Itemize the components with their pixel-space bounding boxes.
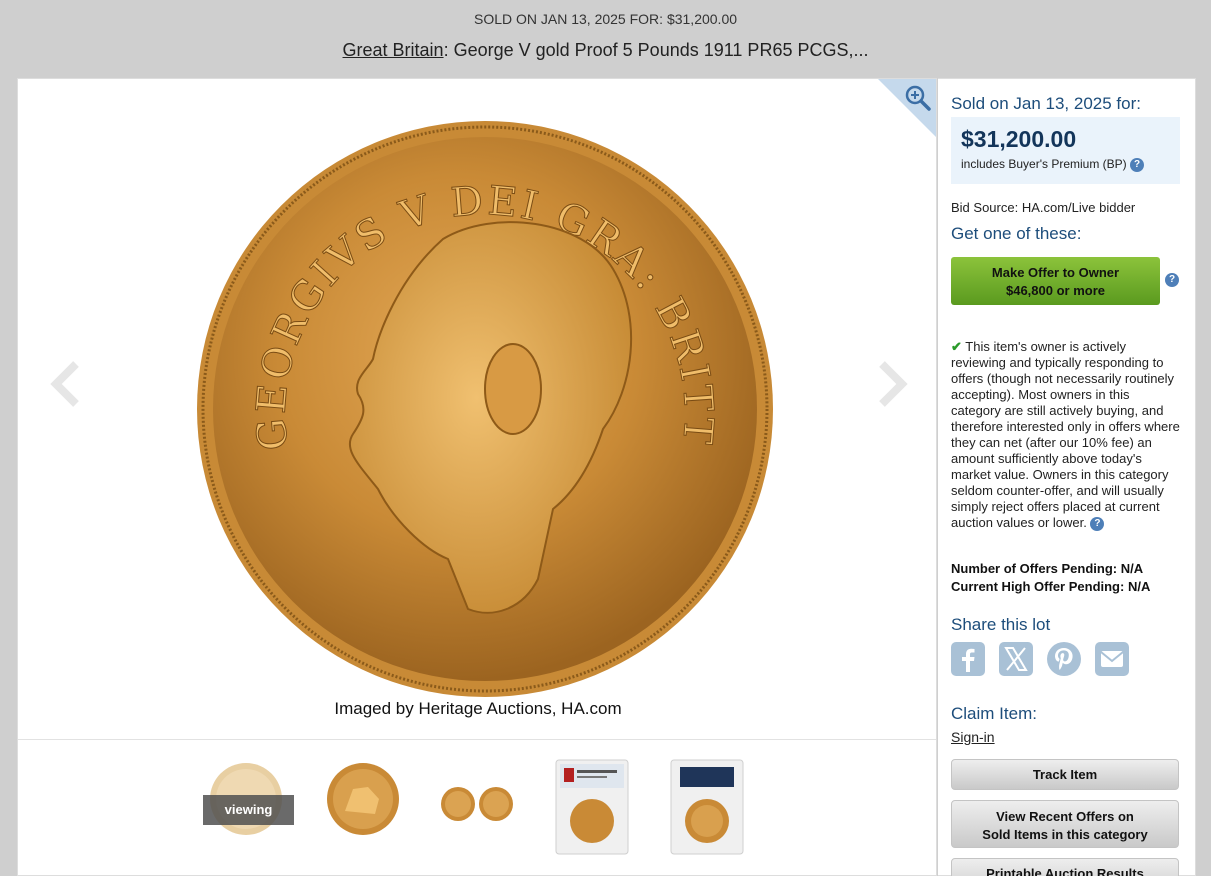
make-offer-amount: $46,800 or more <box>1005 283 1105 298</box>
facebook-icon[interactable] <box>951 642 985 676</box>
lot-title: Great Britain: George V gold Proof 5 Pou… <box>0 40 1211 61</box>
bp-text: includes Buyer's Premium (BP) <box>961 157 1127 171</box>
sold-on-label: Sold on Jan 13, 2025 for: <box>951 94 1141 113</box>
viewing-label: viewing <box>203 795 294 825</box>
track-item-button[interactable]: Track Item <box>951 759 1179 790</box>
x-icon[interactable] <box>999 642 1033 676</box>
lot-sidebar: Sold on Jan 13, 2025 for: $31,200.00 inc… <box>938 78 1196 876</box>
view-recent-offers-button[interactable]: View Recent Offers on Sold Items in this… <box>951 800 1179 848</box>
divider <box>18 739 936 740</box>
image-caption: Imaged by Heritage Auctions, HA.com <box>334 699 622 718</box>
help-icon[interactable]: ? <box>1130 157 1145 172</box>
checkmark-icon: ✔ <box>951 339 962 354</box>
sale-price: $31,200.00 <box>961 126 1077 152</box>
help-icon[interactable]: ? <box>1165 273 1179 287</box>
make-offer-button[interactable]: Make Offer to Owner $46,800 or more <box>951 257 1160 305</box>
help-icon[interactable]: ? <box>1090 516 1105 531</box>
image-gallery: GEORGIVS V DEI GRA: BRITT: OMN: REX FID:… <box>17 78 937 876</box>
recent-offers-line2: Sold Items in this category <box>982 827 1148 842</box>
pinterest-icon[interactable] <box>1047 642 1081 676</box>
price-box: $31,200.00 includes Buyer's Premium (BP)… <box>951 117 1180 184</box>
thumbnail-reverse[interactable] <box>323 759 403 839</box>
offers-pending: Number of Offers Pending: N/A <box>951 561 1144 576</box>
chevron-right-icon[interactable] <box>872 359 912 409</box>
chevron-left-icon[interactable] <box>46 359 86 409</box>
owner-notice: ✔ This item's owner is actively reviewin… <box>951 339 1181 531</box>
category-link[interactable]: Great Britain <box>343 40 444 60</box>
coin-obverse-image: GEORGIVS V DEI GRA: BRITT: OMN: REX FID:… <box>193 119 773 697</box>
sold-summary: SOLD ON JAN 13, 2025 FOR: $31,200.00 <box>473 11 738 27</box>
share-heading: Share this lot <box>951 615 1051 634</box>
email-icon[interactable] <box>1095 642 1129 676</box>
get-one-heading: Get one of these: <box>951 224 1082 243</box>
claim-heading: Claim Item: <box>951 704 1037 723</box>
thumbnail-slab-front[interactable] <box>555 759 629 855</box>
page-header: SOLD ON JAN 13, 2025 FOR: $31,200.00 Gre… <box>0 0 1211 77</box>
owner-notice-text: This item's owner is actively reviewing … <box>951 339 1180 530</box>
printable-results-button[interactable]: Printable Auction Results <box>951 858 1179 876</box>
thumbnail-coin-pair[interactable] <box>438 784 518 824</box>
make-offer-label: Make Offer to Owner <box>991 265 1120 280</box>
zoom-in-icon[interactable] <box>904 84 932 112</box>
high-offer-pending: Current High Offer Pending: N/A <box>951 579 1151 594</box>
sign-in-link[interactable]: Sign-in <box>951 729 995 745</box>
thumbnail-slab-back[interactable] <box>670 759 744 855</box>
lot-title-text: : George V gold Proof 5 Pounds 1911 PR65… <box>443 40 869 60</box>
buyers-premium-note: includes Buyer's Premium (BP) ? <box>961 157 1145 172</box>
bid-source: Bid Source: HA.com/Live bidder <box>951 200 1136 215</box>
recent-offers-line1: View Recent Offers on <box>996 809 1134 824</box>
